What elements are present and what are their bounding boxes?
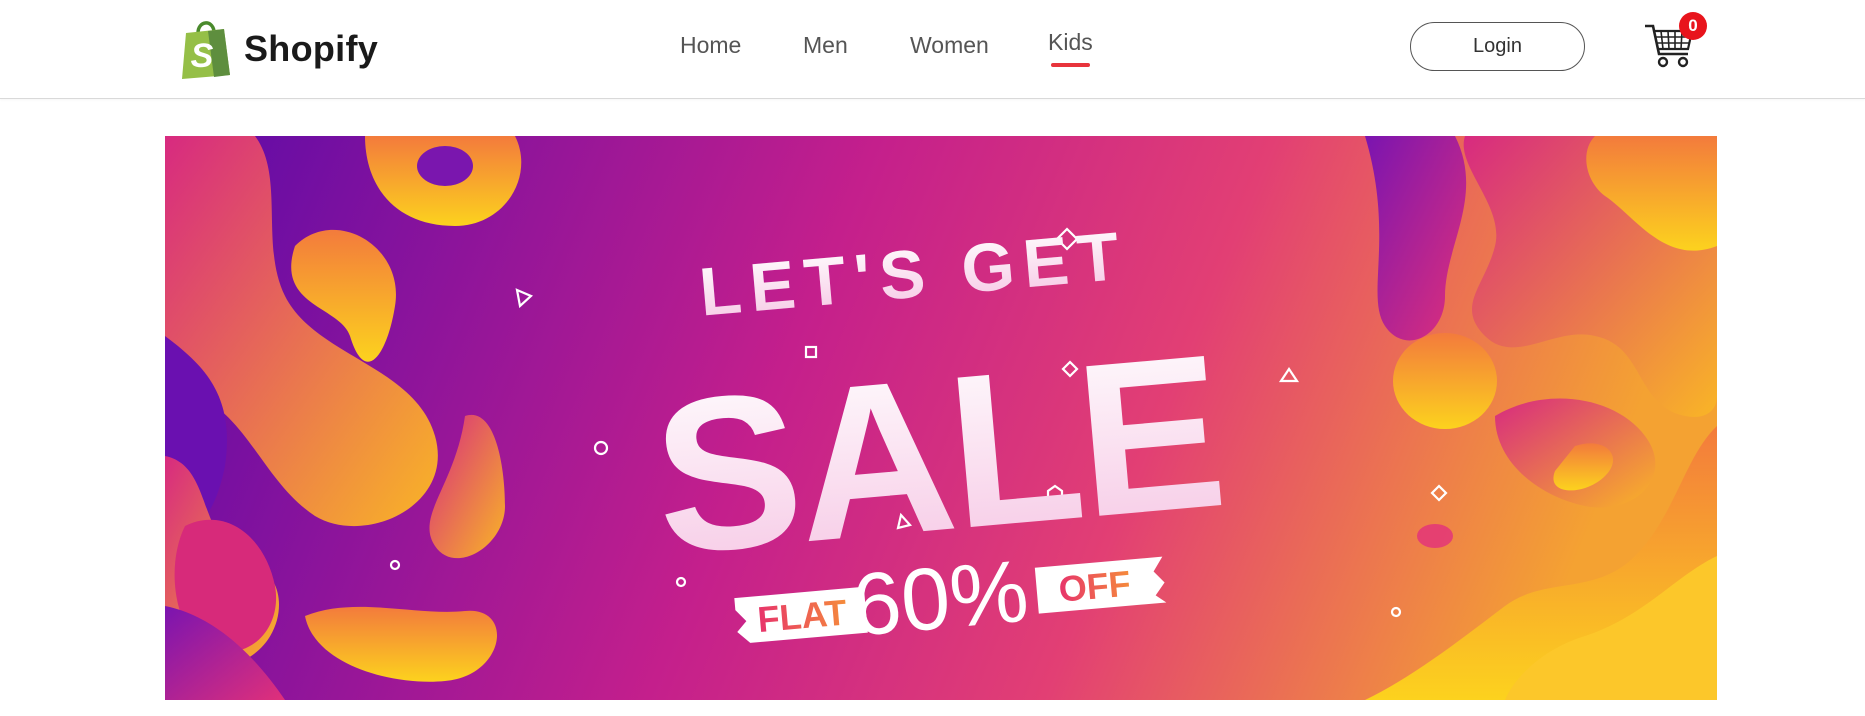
login-button[interactable]: Login [1410,22,1585,71]
banner-tag-flat: FLAT [756,591,849,640]
logo-letter: S [191,37,214,75]
shopping-bag-icon: S [182,21,230,79]
sale-banner-graphic: LET'S GET SALE FLAT 60% OFF [165,136,1717,700]
brand-logo[interactable]: S Shopify [178,16,378,82]
sale-banner[interactable]: LET'S GET SALE FLAT 60% OFF [165,136,1717,700]
nav-kids[interactable]: Kids [1048,29,1093,67]
brand-name: Shopify [244,28,379,69]
active-nav-underline [1051,63,1090,67]
banner-discount: 60% [848,541,1032,655]
cart-button[interactable]: 0 [1640,12,1708,72]
nav-kids-label: Kids [1048,29,1093,55]
nav-home[interactable]: Home [680,32,741,59]
cart-count-badge: 0 [1679,12,1707,40]
nav-men[interactable]: Men [803,32,848,59]
banner-tag-off: OFF [1057,563,1132,610]
site-header: S Shopify Home Men Women Kids Login 0 [0,0,1865,99]
nav-women[interactable]: Women [910,32,989,59]
